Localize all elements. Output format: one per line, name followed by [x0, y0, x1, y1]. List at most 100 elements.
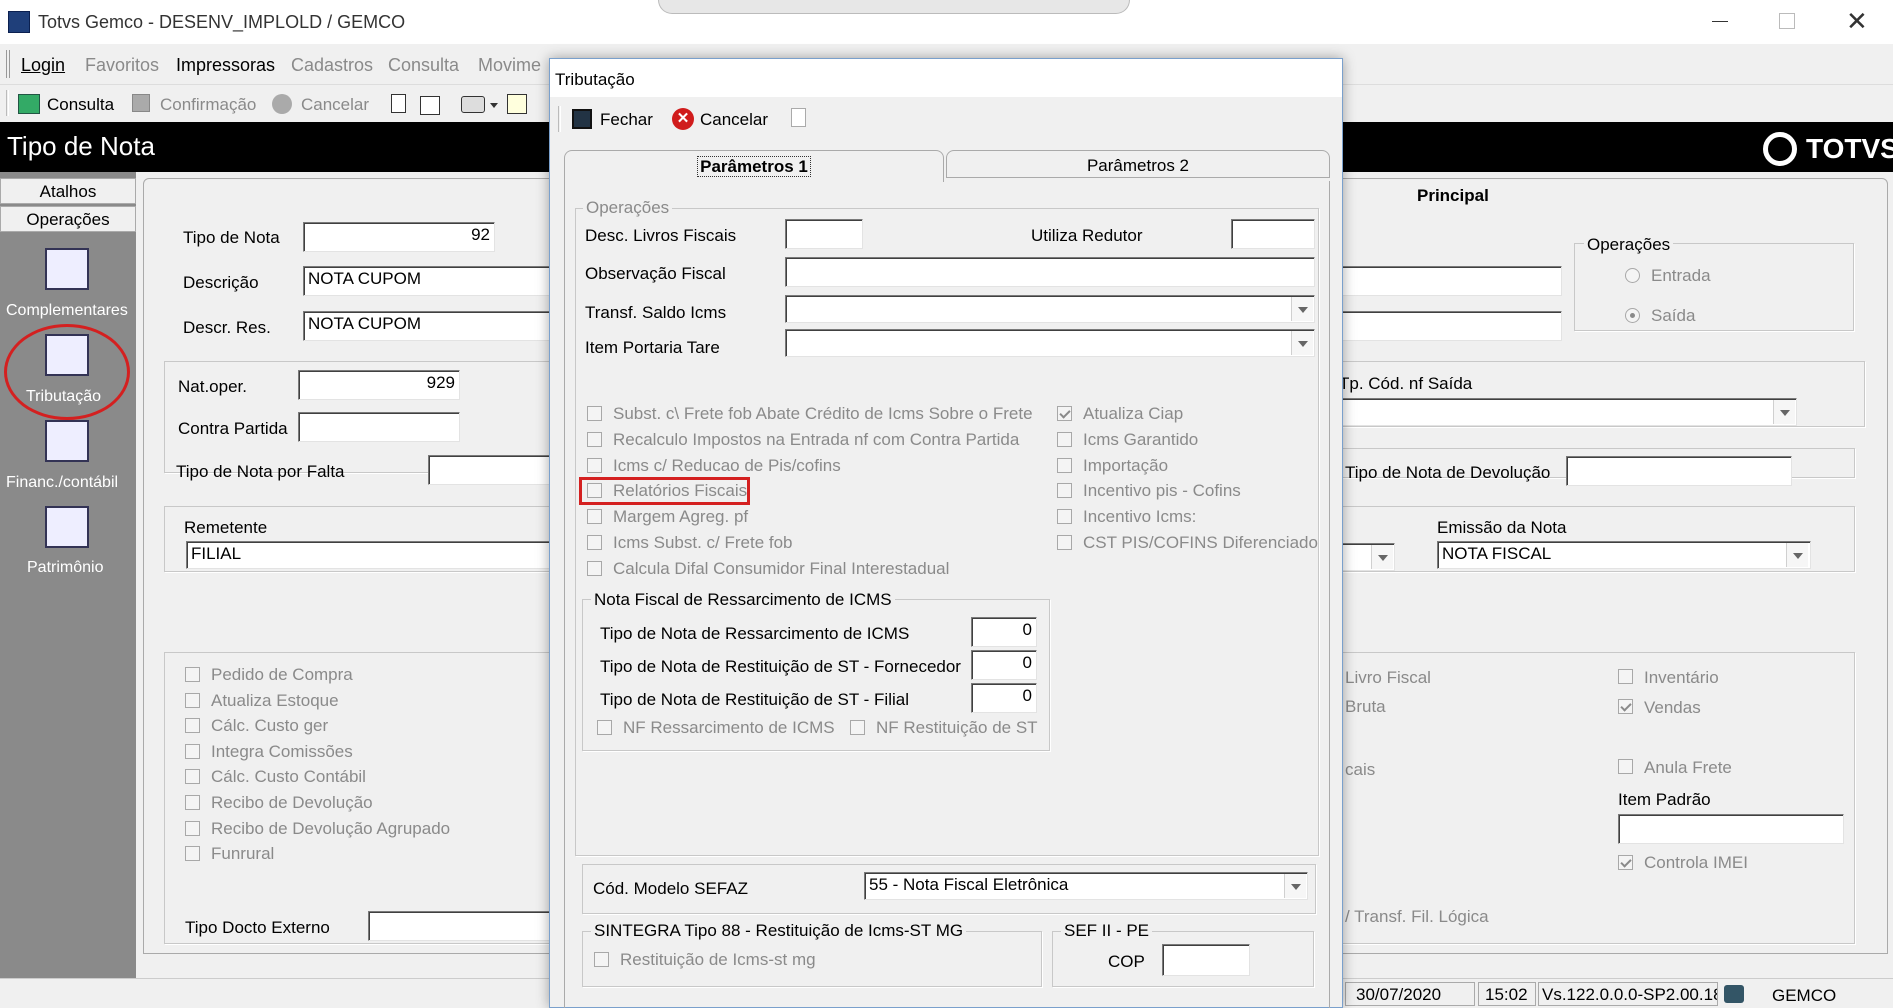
minimize-icon[interactable]	[1712, 21, 1728, 22]
menu-login[interactable]: Login	[21, 55, 65, 76]
sidebar-tab-operacoes[interactable]: Operações	[0, 206, 136, 232]
dialog-flag-checkbox[interactable]	[587, 535, 602, 550]
tp-cod-select[interactable]	[1335, 398, 1797, 426]
dialog-flag-checkbox[interactable]	[587, 457, 602, 473]
tp-cod-dropdown-icon[interactable]	[1773, 400, 1795, 424]
inventario-label: Inventário	[1644, 668, 1719, 687]
contra-partida-field[interactable]	[298, 412, 460, 442]
descricao-field-right[interactable]	[1340, 266, 1562, 296]
confirmacao-button[interactable]: Confirmação	[160, 95, 256, 115]
menu-impressoras[interactable]: Impressoras	[176, 55, 275, 76]
tab-parametros-1-label: Parâmetros 1	[697, 156, 811, 177]
sidebar-tab-atalhos[interactable]: Atalhos	[0, 178, 136, 204]
cancelar-button[interactable]: Cancelar	[301, 95, 369, 115]
dialog-toolbar: Fechar ✕ Cancelar	[558, 99, 1368, 139]
cop-field[interactable]	[1162, 944, 1250, 976]
menu-favoritos[interactable]: Favoritos	[85, 55, 159, 76]
maximize-icon[interactable]	[1779, 13, 1795, 29]
tab-parametros-1[interactable]: Parâmetros 1	[564, 150, 944, 182]
nf-ressarc-checkbox[interactable]	[597, 720, 612, 735]
printer-icon[interactable]	[461, 96, 485, 113]
cod-modelo-dropdown-icon[interactable]	[1284, 874, 1306, 898]
copy-icon[interactable]	[420, 96, 440, 115]
emissao-label: Emissão da Nota	[1437, 518, 1567, 537]
dialog-flag-checkbox[interactable]	[1057, 509, 1072, 525]
tipo-nota-field[interactable]: 92	[303, 222, 495, 252]
sidebar-item-financ[interactable]: Financ./contábil	[6, 474, 118, 492]
ressarc-row-field[interactable]: 0	[971, 683, 1037, 713]
partial-dropdown-icon[interactable]	[1371, 545, 1393, 569]
remetente-field[interactable]: FILIAL	[186, 541, 566, 569]
emissao-select[interactable]: NOTA FISCAL	[1437, 541, 1811, 569]
dialog-flag-checkbox[interactable]	[1057, 535, 1072, 550]
ressarc-row-label: Tipo de Nota de Restituição de ST - Forn…	[600, 657, 961, 676]
totvs-logo-icon	[1763, 132, 1797, 166]
tipo-falta-field[interactable]	[428, 455, 568, 485]
dialog-flag-checkbox[interactable]	[587, 509, 602, 525]
cod-modelo-select[interactable]: 55 - Nota Fiscal Eletrônica	[864, 872, 1308, 900]
dialog-cancelar-button[interactable]: Cancelar	[700, 110, 768, 130]
consulta-button[interactable]: Consulta	[47, 95, 114, 115]
left-flag-checkbox[interactable]	[185, 692, 200, 708]
dialog-flag-checkbox[interactable]	[587, 431, 602, 447]
entrada-radio[interactable]	[1625, 268, 1640, 283]
dialog-flag-checkbox[interactable]	[587, 560, 602, 576]
dialog-flag-checkbox[interactable]	[1057, 483, 1072, 499]
utiliza-redutor-field[interactable]	[1231, 219, 1315, 249]
menu-consulta[interactable]: Consulta	[388, 55, 459, 76]
fechar-button[interactable]: Fechar	[600, 110, 653, 130]
left-flag-checkbox[interactable]	[185, 769, 200, 785]
controla-imei-checkbox[interactable]	[1618, 855, 1633, 870]
close-icon[interactable]: ✕	[1846, 8, 1868, 34]
dialog-flag-checkbox[interactable]	[587, 406, 602, 421]
desc-livros-field[interactable]	[785, 219, 863, 249]
ressarc-row-field[interactable]: 0	[971, 617, 1037, 647]
tab-parametros-2-label: Parâmetros 2	[1086, 156, 1190, 175]
dialog-flag-checkbox[interactable]	[1057, 431, 1072, 447]
nat-oper-field[interactable]: 929	[298, 370, 460, 400]
left-flag-checkbox[interactable]	[185, 743, 200, 759]
item-portaria-dropdown-icon[interactable]	[1291, 331, 1313, 355]
obs-fiscal-field[interactable]	[785, 257, 1315, 287]
descr-res-field-right[interactable]	[1340, 311, 1562, 341]
tipo-docto-field[interactable]	[368, 911, 568, 941]
anula-frete-checkbox[interactable]	[1618, 759, 1633, 774]
item-padrao-label: Item Padrão	[1618, 790, 1711, 809]
status-date-text: 30/07/2020	[1356, 985, 1442, 1004]
ressarc-row-field[interactable]: 0	[971, 650, 1037, 680]
blank-document-icon[interactable]	[791, 108, 806, 127]
transf-saldo-dropdown-icon[interactable]	[1291, 297, 1313, 321]
item-padrao-field[interactable]	[1618, 814, 1844, 844]
transf-saldo-select[interactable]	[785, 295, 1315, 323]
item-portaria-select[interactable]	[785, 329, 1315, 357]
vendas-checkbox[interactable]	[1618, 699, 1633, 714]
tab-principal[interactable]: Principal	[1417, 186, 1489, 206]
tipo-devolucao-field[interactable]	[1566, 456, 1792, 486]
left-flag-checkbox[interactable]	[185, 846, 200, 862]
dialog-flag-checkbox[interactable]	[1057, 406, 1072, 421]
user-icon	[1724, 985, 1744, 1003]
left-flag-checkbox[interactable]	[185, 718, 200, 734]
saida-radio[interactable]	[1625, 308, 1640, 323]
left-flag-checkbox[interactable]	[185, 795, 200, 810]
menu-cadastros[interactable]: Cadastros	[291, 55, 373, 76]
anula-frete-label: Anula Frete	[1644, 758, 1732, 777]
left-flag-checkbox[interactable]	[185, 820, 200, 836]
new-document-icon[interactable]	[391, 94, 406, 113]
printer-dropdown-icon[interactable]	[490, 103, 498, 108]
inventario-checkbox[interactable]	[1618, 669, 1633, 684]
sidebar-item-patrimonio[interactable]: Patrimônio	[27, 559, 103, 577]
restit-icms-checkbox[interactable]	[594, 952, 609, 967]
emissao-dropdown-icon[interactable]	[1786, 543, 1808, 567]
dialog-flag-checkbox[interactable]	[1057, 457, 1072, 473]
sidebar-item-complementares[interactable]: Complementares	[6, 302, 128, 320]
sidebar-tab-operacoes-label: Operações	[26, 210, 110, 229]
left-flag-checkbox[interactable]	[185, 667, 200, 682]
preview-icon[interactable]	[507, 94, 527, 114]
dialog-titlebar: Tributação	[550, 59, 1342, 97]
descricao-field[interactable]: NOTA CUPOM	[303, 266, 563, 296]
descr-res-field[interactable]: NOTA CUPOM	[303, 311, 563, 341]
nf-restit-checkbox[interactable]	[850, 720, 865, 735]
menu-movimento[interactable]: Movime	[478, 55, 541, 76]
tab-parametros-2[interactable]: Parâmetros 2	[946, 150, 1330, 178]
